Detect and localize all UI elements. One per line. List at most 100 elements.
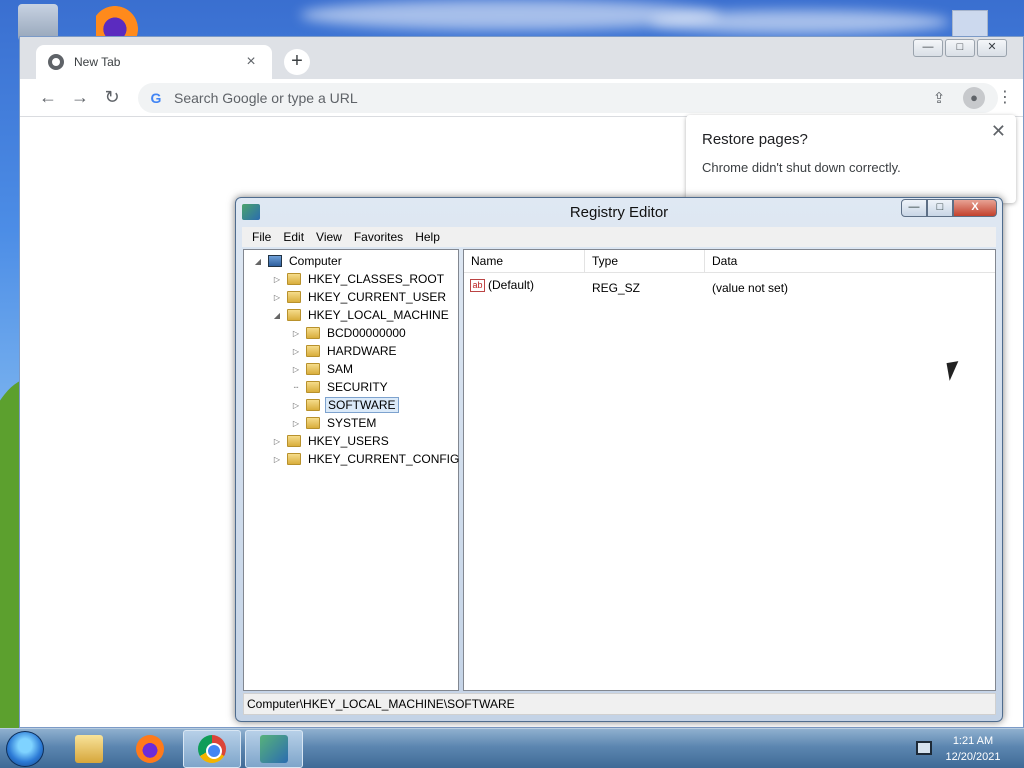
tree-item-bcd[interactable]: ▷ BCD00000000: [290, 324, 408, 342]
regedit-maximize-button[interactable]: □: [927, 199, 953, 217]
tree-item-hardware[interactable]: ▷ HARDWARE: [290, 342, 399, 360]
folder-icon: [287, 453, 301, 465]
tree-item-sam[interactable]: ▷ SAM: [290, 360, 355, 378]
tree-item-hkey-local-machine[interactable]: ◢ HKEY_LOCAL_MACHINE: [271, 306, 451, 324]
tree-label: SECURITY: [327, 380, 388, 394]
tree-label: Computer: [289, 254, 342, 268]
expand-arrow-icon[interactable]: ▷: [271, 293, 283, 302]
folder-icon: [306, 417, 320, 429]
registry-tree: ◢ Computer ▷ HKEY_CLASSES_ROOT ▷ HKEY_CU…: [243, 249, 459, 691]
folder-explorer-icon: [75, 735, 103, 763]
chrome-window-controls: — □ ✕: [913, 39, 1007, 57]
expand-arrow-icon[interactable]: ▷: [290, 401, 302, 410]
tree-item-hkey-current-user[interactable]: ▷ HKEY_CURRENT_USER: [271, 288, 448, 306]
menu-view[interactable]: View: [316, 230, 342, 244]
tree-item-hkey-current-config[interactable]: ▷ HKEY_CURRENT_CONFIG: [271, 450, 461, 468]
network-icon[interactable]: [916, 741, 932, 755]
back-icon[interactable]: ←: [36, 86, 60, 110]
value-type: REG_SZ: [592, 281, 641, 295]
forward-icon[interactable]: →: [68, 86, 92, 110]
collapse-arrow-icon[interactable]: ◢: [271, 311, 283, 320]
list-row[interactable]: ab (Default) REG_SZ (value not set): [464, 276, 995, 295]
registry-editor-window: Registry Editor — □ X File Edit View Fav…: [235, 197, 1003, 722]
expand-arrow-icon[interactable]: ▷: [290, 419, 302, 428]
column-header-data[interactable]: Data: [705, 250, 997, 273]
taskbar-explorer[interactable]: [60, 730, 118, 768]
menu-help[interactable]: Help: [415, 230, 440, 244]
profile-icon[interactable]: ●: [963, 87, 985, 109]
expand-arrow-icon[interactable]: ▷: [271, 275, 283, 284]
taskbar-regedit[interactable]: [245, 730, 303, 768]
taskbar-chrome[interactable]: [183, 730, 241, 768]
regedit-menubar: File Edit View Favorites Help: [242, 227, 996, 247]
folder-icon: [287, 291, 301, 303]
restore-pages-popup: Restore pages? Chrome didn't shut down c…: [686, 115, 1016, 203]
menu-edit[interactable]: Edit: [283, 230, 304, 244]
value-name: (Default): [488, 278, 535, 292]
share-icon[interactable]: ⇪: [928, 88, 950, 110]
menu-file[interactable]: File: [252, 230, 271, 244]
tree-item-software[interactable]: ▷ SOFTWARE: [290, 396, 399, 414]
toolbar-right: ● ⋮: [963, 87, 1013, 109]
new-tab-button[interactable]: +: [284, 49, 310, 75]
list-header: Name Type Data: [464, 250, 995, 273]
google-icon: G: [150, 90, 162, 106]
computer-icon: [268, 255, 282, 267]
restore-close-icon[interactable]: ✕: [991, 121, 1006, 142]
tab-new-tab[interactable]: New Tab ×: [36, 45, 272, 79]
value-data: (value not set): [712, 281, 789, 295]
taskbar-firefox[interactable]: [121, 730, 179, 768]
folder-icon: [287, 273, 301, 285]
tree-item-computer[interactable]: ◢ Computer: [252, 252, 344, 270]
regedit-minimize-button[interactable]: —: [901, 199, 927, 217]
column-header-name[interactable]: Name: [464, 250, 585, 273]
chrome-favicon-icon: [48, 54, 64, 70]
maximize-button[interactable]: □: [945, 39, 975, 57]
folder-icon: [306, 345, 320, 357]
folder-icon: [287, 309, 301, 321]
expand-arrow-icon[interactable]: ▷: [271, 437, 283, 446]
regedit-title: Registry Editor: [569, 204, 669, 221]
folder-icon: [287, 435, 301, 447]
tree-item-hkey-classes-root[interactable]: ▷ HKEY_CLASSES_ROOT: [271, 270, 446, 288]
collapse-arrow-icon[interactable]: ◢: [252, 257, 264, 266]
expand-arrow-icon[interactable]: ▷: [290, 329, 302, 338]
tree-item-system[interactable]: ▷ SYSTEM: [290, 414, 378, 432]
menu-favorites[interactable]: Favorites: [354, 230, 403, 244]
tab-title: New Tab: [74, 55, 121, 69]
regedit-icon: [260, 735, 288, 763]
close-button[interactable]: ✕: [977, 39, 1007, 57]
tree-label: BCD00000000: [327, 326, 406, 340]
tree-label: SOFTWARE: [325, 397, 399, 413]
start-button[interactable]: [6, 731, 44, 767]
taskbar: 1:21 AM 12/20/2021: [0, 728, 1024, 768]
minimize-button[interactable]: —: [913, 39, 943, 57]
address-bar[interactable]: G Search Google or type a URL ⇪ ☆: [138, 83, 998, 113]
regedit-titlebar[interactable]: Registry Editor — □ X: [236, 198, 1002, 226]
clock-date: 12/20/2021: [945, 751, 1001, 763]
regedit-close-button[interactable]: X: [953, 199, 997, 217]
registry-values-list: Name Type Data ab (Default) REG_SZ (value…: [463, 249, 996, 691]
expand-arrow-icon[interactable]: ▷: [290, 347, 302, 356]
folder-icon: [306, 381, 320, 393]
string-value-icon: ab: [470, 279, 485, 293]
clock[interactable]: 1:21 AM 12/20/2021: [938, 733, 1008, 765]
tree-label: HKEY_CURRENT_USER: [308, 290, 447, 304]
tab-close-icon[interactable]: ×: [242, 53, 260, 71]
firefox-icon: [136, 735, 164, 763]
tab-strip: New Tab × + — □ ✕: [20, 37, 1023, 79]
tree-label: HKEY_LOCAL_MACHINE: [308, 308, 449, 322]
tree-line: ┄: [293, 382, 299, 392]
expand-arrow-icon[interactable]: ▷: [290, 365, 302, 374]
reload-icon[interactable]: ↻: [100, 86, 124, 110]
tree-item-security[interactable]: ┄ SECURITY: [290, 378, 390, 396]
status-bar-path: Computer\HKEY_LOCAL_MACHINE\SOFTWARE: [243, 693, 996, 715]
column-header-type[interactable]: Type: [585, 250, 705, 273]
expand-arrow-icon[interactable]: ▷: [271, 455, 283, 464]
tree-item-hkey-users[interactable]: ▷ HKEY_USERS: [271, 432, 391, 450]
tree-label: HKEY_CURRENT_CONFIG: [308, 452, 460, 466]
tree-label: HKEY_USERS: [308, 434, 389, 448]
menu-kebab-icon[interactable]: ⋮: [997, 87, 1013, 109]
chrome-icon: [198, 735, 226, 763]
tree-label: SAM: [327, 362, 354, 376]
